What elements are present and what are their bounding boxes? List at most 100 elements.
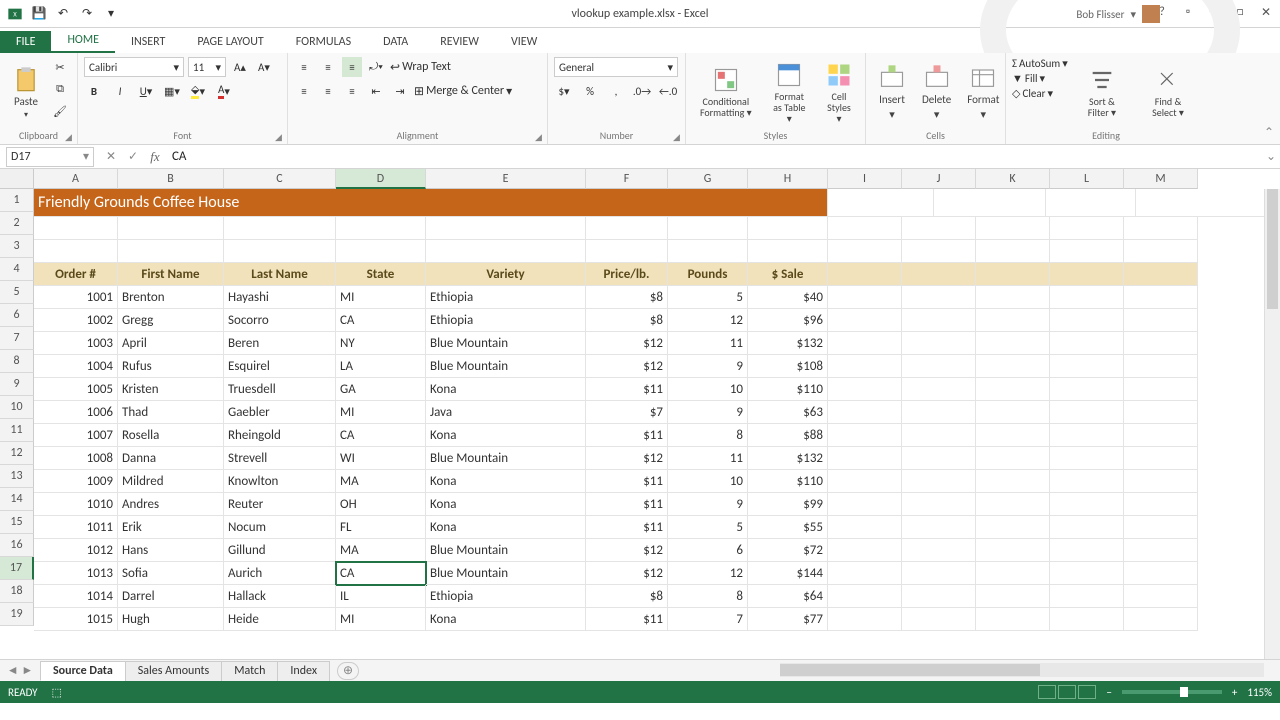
cell[interactable] [1124, 516, 1198, 539]
file-tab[interactable]: FILE [0, 31, 51, 53]
row-header-4[interactable]: 4 [0, 258, 34, 281]
row-header-9[interactable]: 9 [0, 373, 34, 396]
cancel-formula-button[interactable]: ✕ [100, 147, 122, 167]
tab-page-layout[interactable]: PAGE LAYOUT [181, 31, 279, 53]
cell[interactable] [586, 240, 668, 263]
cell[interactable]: Rheingold [224, 424, 336, 447]
cell[interactable] [902, 286, 976, 309]
cell[interactable] [1050, 562, 1124, 585]
cell[interactable]: Kona [426, 493, 586, 516]
cell[interactable]: $11 [586, 493, 668, 516]
cell[interactable] [1050, 516, 1124, 539]
cell[interactable]: Last Name [224, 263, 336, 286]
cell[interactable] [976, 562, 1050, 585]
sort-filter-button[interactable]: Sort & Filter ▾ [1072, 57, 1132, 127]
cell[interactable]: GA [336, 378, 426, 401]
user-area[interactable]: Bob Flisser ▾ [1076, 5, 1160, 23]
cell[interactable] [828, 355, 902, 378]
cell[interactable] [828, 332, 902, 355]
cell[interactable]: 1009 [34, 470, 118, 493]
font-name-combo[interactable]: Calibri▾ [84, 57, 184, 77]
cell[interactable] [1124, 240, 1198, 263]
maximize-button[interactable]: □ [1228, 2, 1252, 22]
cell[interactable]: Socorro [224, 309, 336, 332]
column-header-F[interactable]: F [586, 169, 668, 189]
column-header-H[interactable]: H [748, 169, 828, 189]
cell[interactable]: $144 [748, 562, 828, 585]
cell[interactable]: 1007 [34, 424, 118, 447]
cell[interactable]: $11 [586, 378, 668, 401]
cell[interactable]: 1014 [34, 585, 118, 608]
underline-button[interactable]: U▾ [136, 81, 156, 101]
vertical-scroll-thumb[interactable] [1267, 189, 1278, 309]
tab-data[interactable]: DATA [367, 31, 424, 53]
column-header-E[interactable]: E [426, 169, 586, 189]
cell[interactable] [976, 493, 1050, 516]
cell[interactable]: MI [336, 286, 426, 309]
cell[interactable] [1124, 470, 1198, 493]
cell[interactable]: Java [426, 401, 586, 424]
cell[interactable] [976, 424, 1050, 447]
vertical-scrollbar[interactable] [1264, 189, 1280, 659]
align-right-button[interactable]: ≡ [342, 81, 362, 101]
cell[interactable] [976, 240, 1050, 263]
cell[interactable] [828, 608, 902, 631]
cell[interactable]: Ethiopia [426, 585, 586, 608]
cell[interactable]: MI [336, 401, 426, 424]
zoom-level[interactable]: 115% [1247, 686, 1272, 699]
cell[interactable]: $64 [748, 585, 828, 608]
row-header-12[interactable]: 12 [0, 442, 34, 465]
cell[interactable]: 1008 [34, 447, 118, 470]
column-header-D[interactable]: D [336, 169, 426, 189]
border-button[interactable]: ▦▾ [162, 81, 182, 101]
cell[interactable] [1124, 309, 1198, 332]
cell[interactable] [976, 539, 1050, 562]
cell[interactable]: Strevell [224, 447, 336, 470]
cell[interactable] [902, 424, 976, 447]
cell[interactable] [976, 516, 1050, 539]
tab-formulas[interactable]: FORMULAS [280, 31, 367, 53]
cell[interactable] [1050, 447, 1124, 470]
cell[interactable] [1050, 608, 1124, 631]
sheet-tab[interactable]: Index [277, 661, 330, 681]
cell[interactable]: $12 [586, 332, 668, 355]
cell[interactable] [976, 355, 1050, 378]
cell[interactable]: Hans [118, 539, 224, 562]
cell[interactable] [902, 240, 976, 263]
merge-center-button[interactable]: ⊞Merge & Center▾ [414, 84, 512, 99]
column-header-B[interactable]: B [118, 169, 224, 189]
cell[interactable] [902, 447, 976, 470]
cell[interactable]: Kona [426, 470, 586, 493]
cell[interactable]: $8 [586, 585, 668, 608]
cell[interactable] [828, 240, 902, 263]
align-center-button[interactable]: ≡ [318, 81, 338, 101]
find-select-button[interactable]: Find & Select ▾ [1136, 57, 1200, 127]
alignment-launcher-icon[interactable]: ◢ [535, 132, 545, 142]
cell[interactable]: FL [336, 516, 426, 539]
cell[interactable]: 11 [668, 447, 748, 470]
cell[interactable]: $11 [586, 470, 668, 493]
cell[interactable] [828, 470, 902, 493]
cell[interactable]: $132 [748, 447, 828, 470]
cell[interactable] [902, 608, 976, 631]
row-header-3[interactable]: 3 [0, 235, 34, 258]
cell[interactable]: $11 [586, 424, 668, 447]
cell[interactable]: 10 [668, 470, 748, 493]
cell[interactable] [224, 240, 336, 263]
new-sheet-button[interactable]: ⊕ [337, 662, 359, 680]
cell[interactable] [1050, 539, 1124, 562]
cell[interactable] [828, 217, 902, 240]
font-launcher-icon[interactable]: ◢ [275, 132, 285, 142]
cell[interactable] [426, 240, 586, 263]
cell[interactable] [1050, 263, 1124, 286]
cell[interactable]: Beren [224, 332, 336, 355]
cell[interactable]: 9 [668, 401, 748, 424]
cell[interactable] [1124, 424, 1198, 447]
cell[interactable]: Aurich [224, 562, 336, 585]
column-header-J[interactable]: J [902, 169, 976, 189]
cell[interactable] [1050, 217, 1124, 240]
column-header-C[interactable]: C [224, 169, 336, 189]
cell[interactable]: State [336, 263, 426, 286]
cell[interactable]: Mildred [118, 470, 224, 493]
fill-color-button[interactable]: ⬙▾ [188, 81, 208, 101]
